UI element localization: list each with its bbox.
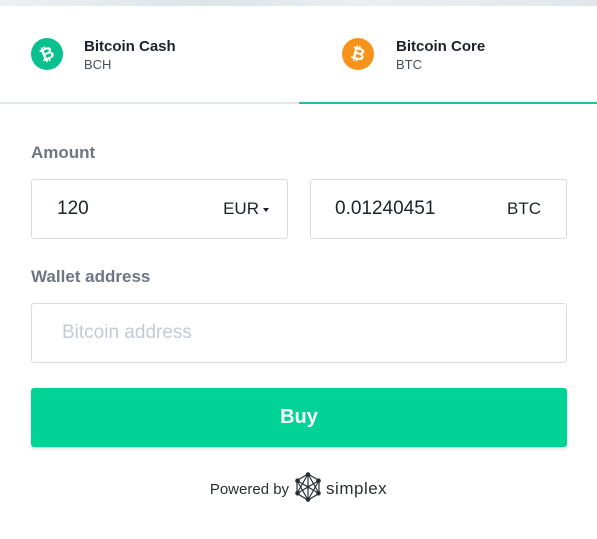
wallet-address-label: Wallet address [31,267,151,286]
simplex-brand-name: simplex [326,479,388,498]
coin-tabs: ₿ Bitcoin Cash BCH ₿ Bitcoin Core BTC [0,6,597,104]
tab-bitcoin-core-code: BTC [396,57,422,72]
buy-button[interactable]: Buy [31,388,567,447]
tab-bitcoin-cash-code: BCH [84,57,112,72]
simplex-logo-icon [293,471,323,507]
fiat-amount-value: 120 [57,198,89,219]
tab-bitcoin-core-name: Bitcoin Core [396,38,486,55]
amount-label: Amount [31,143,96,162]
svg-text:₿: ₿ [349,44,367,64]
crypto-currency-label: BTC [507,199,541,218]
bitcoin-cash-icon: ₿ [31,38,63,70]
wallet-address-field [31,303,567,363]
fiat-amount-field[interactable]: 120 EUR [31,179,288,239]
buy-widget: ₿ Bitcoin Cash BCH ₿ Bitcoin Core BTC Am… [0,0,597,539]
svg-text:₿: ₿ [37,44,57,64]
fiat-currency-select[interactable]: EUR [223,180,269,238]
chevron-down-icon [263,208,269,212]
powered-by: Powered by simplex [0,471,597,507]
wallet-address-input[interactable] [32,304,566,362]
tab-bitcoin-core-underline [299,102,597,104]
tab-bitcoin-cash-name: Bitcoin Cash [84,38,176,55]
tab-bitcoin-core[interactable]: ₿ Bitcoin Core BTC [299,6,597,104]
crypto-amount-value: 0.01240451 [335,198,436,219]
bitcoin-icon: ₿ [342,38,374,70]
tab-bitcoin-cash[interactable]: ₿ Bitcoin Cash BCH [0,6,298,104]
crypto-amount-field[interactable]: 0.01240451 BTC [310,179,567,239]
simplex-logo[interactable]: simplex [293,471,388,507]
powered-by-text: Powered by [209,480,290,498]
widget-card: ₿ Bitcoin Cash BCH ₿ Bitcoin Core BTC Am… [0,6,597,539]
fiat-currency-label: EUR [223,199,259,218]
tab-bitcoin-cash-underline [0,102,298,104]
